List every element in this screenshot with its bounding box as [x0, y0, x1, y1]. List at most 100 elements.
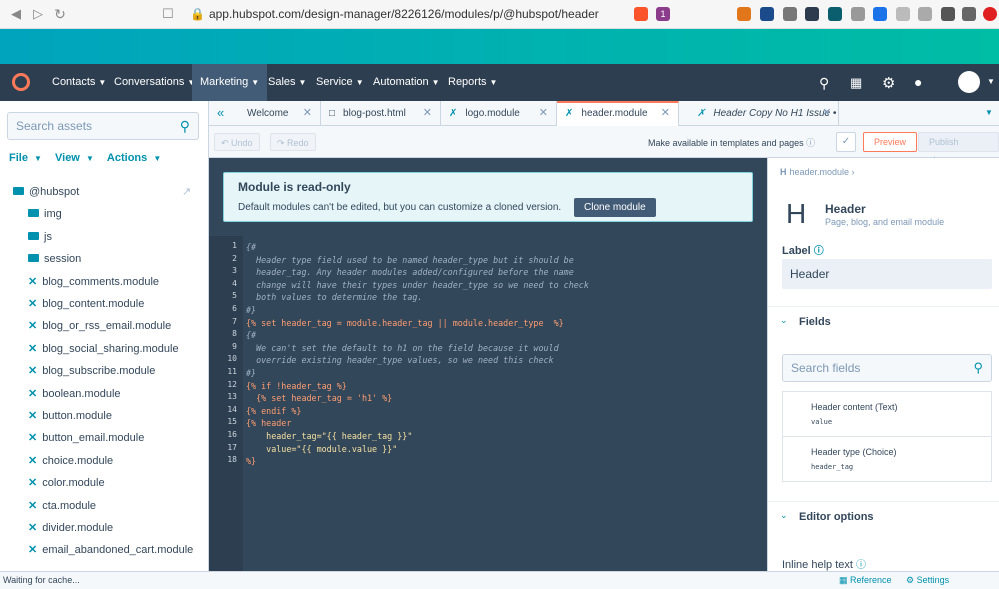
- label-input[interactable]: Header: [782, 259, 992, 289]
- tree-item-module[interactable]: ✕ blog_subscribe.module: [28, 360, 155, 382]
- module-icon: ✕: [28, 342, 38, 355]
- metamask-icon[interactable]: [737, 7, 751, 21]
- bookmark-icon[interactable]: ☐: [160, 6, 176, 22]
- tree-item-module[interactable]: ✕ button_email.module: [28, 427, 144, 449]
- module-panel: Hheader.module › H Header Page, blog, an…: [767, 158, 999, 571]
- status-text: Waiting for cache...: [3, 575, 80, 585]
- settings-link[interactable]: ⚙ Settings: [906, 575, 949, 586]
- preview-button[interactable]: Preview: [863, 132, 918, 152]
- search-fields-input[interactable]: Search fields ⚲: [782, 354, 992, 382]
- tree-item-module[interactable]: ✕ divider.module: [28, 517, 113, 539]
- tab-header-module[interactable]: ✗ header.module ✕: [557, 101, 679, 126]
- collapse-sidebar-icon[interactable]: «: [217, 105, 224, 120]
- forward-icon[interactable]: ▷: [30, 6, 46, 22]
- tree-item-module[interactable]: ✕ cta.module: [28, 495, 96, 517]
- tree-item-module[interactable]: ✕ blog_social_sharing.module: [28, 338, 179, 360]
- tab-header-copy[interactable]: ✗ Header Copy No H1 Issue • ✕: [689, 101, 839, 126]
- extension-icon[interactable]: [918, 7, 932, 21]
- module-icon: ✗: [565, 108, 574, 119]
- tab-welcome[interactable]: Welcome ✕: [239, 101, 321, 126]
- actions-menu[interactable]: Actions ▼: [107, 152, 161, 164]
- close-icon[interactable]: ✕: [423, 101, 432, 126]
- avatar[interactable]: [958, 71, 980, 93]
- brave-shield-icon[interactable]: [634, 7, 648, 21]
- extension-icon[interactable]: [851, 7, 865, 21]
- reference-link[interactable]: ▦ Reference: [839, 575, 892, 586]
- hubspot-logo-icon[interactable]: [12, 73, 30, 91]
- sidebar-actions: File ▼ View ▼ Actions ▼: [9, 152, 161, 164]
- tree-item-module[interactable]: ✕ email_abandoned_cart.module: [28, 539, 193, 561]
- publish-button[interactable]: Publish changes: [918, 132, 999, 165]
- tree-item-label: img: [44, 208, 62, 221]
- tabs-overflow-icon[interactable]: ▼: [985, 108, 993, 117]
- reload-icon[interactable]: ↻: [52, 6, 68, 22]
- search-assets-input[interactable]: Search assets ⚲: [7, 112, 199, 140]
- close-icon[interactable]: ✕: [539, 101, 548, 126]
- share-icon[interactable]: ↗: [182, 185, 191, 198]
- extension-icon[interactable]: [783, 7, 797, 21]
- extension-icon[interactable]: [828, 7, 842, 21]
- tab-logo-module[interactable]: ✗ logo.module ✕: [441, 101, 557, 126]
- module-icon: ✕: [28, 410, 38, 422]
- info-icon[interactable]: ⓘ: [806, 138, 815, 148]
- nav-marketing[interactable]: Marketing ▼: [192, 64, 268, 101]
- extension-icon[interactable]: [983, 7, 997, 21]
- bell-icon[interactable]: ●: [914, 74, 922, 90]
- tree-item-root[interactable]: @hubspot: [13, 181, 79, 203]
- extension-icon[interactable]: [873, 7, 887, 21]
- gear-icon[interactable]: ⚙: [882, 74, 895, 92]
- breadcrumb[interactable]: Hheader.module ›: [780, 167, 855, 177]
- tree-item-module[interactable]: ✕ blog_comments.module: [28, 271, 159, 293]
- code-line: #}: [246, 368, 257, 378]
- field-item[interactable]: Header type (Choice) header_tag: [782, 436, 992, 482]
- tree-item-label: blog_social_sharing.module: [42, 342, 179, 355]
- file-menu[interactable]: File ▼: [9, 152, 42, 164]
- fields-section-header[interactable]: ⌄ Fields: [768, 306, 999, 336]
- close-icon[interactable]: ✕: [303, 101, 312, 126]
- nav-automation[interactable]: Automation ▼: [373, 64, 440, 101]
- tree-item-module[interactable]: ✕ boolean.module: [28, 383, 121, 405]
- close-icon[interactable]: ✕: [821, 101, 830, 126]
- info-icon[interactable]: ⓘ: [856, 560, 866, 571]
- tree-item-folder[interactable]: js: [28, 226, 52, 248]
- nav-service[interactable]: Service ▼: [316, 64, 364, 101]
- tree-item-module[interactable]: ✕ choice.module: [28, 450, 113, 472]
- tab-blog-post[interactable]: □ blog-post.html ✕: [321, 101, 441, 126]
- extension-icon[interactable]: [760, 7, 774, 21]
- tree-item-folder[interactable]: session: [28, 248, 81, 270]
- chevron-down-icon[interactable]: ▼: [987, 77, 995, 86]
- field-item[interactable]: Header content (Text) value: [782, 391, 992, 437]
- nav-contacts[interactable]: Contacts ▼: [52, 64, 106, 101]
- tree-item-folder[interactable]: img: [28, 203, 62, 225]
- search-icon[interactable]: ⚲: [973, 355, 983, 381]
- nav-label: Sales: [268, 76, 296, 88]
- editor-options-header[interactable]: ⌄ Editor options: [768, 501, 999, 531]
- search-icon[interactable]: ⚲: [819, 75, 829, 92]
- puzzle-icon[interactable]: [941, 7, 955, 21]
- asset-sidebar: Search assets ⚲ File ▼ View ▼ Actions ▼ …: [0, 101, 209, 571]
- nav-reports[interactable]: Reports ▼: [448, 64, 497, 101]
- extension-icon[interactable]: [896, 7, 910, 21]
- playlist-icon[interactable]: [962, 7, 976, 21]
- info-icon[interactable]: ⓘ: [814, 246, 824, 257]
- redo-button[interactable]: ↷ Redo: [270, 133, 316, 151]
- back-icon[interactable]: ◀: [8, 6, 24, 22]
- tree-item-label: choice.module: [42, 454, 114, 467]
- tree-item-module[interactable]: ✕ blog_or_rss_email.module: [28, 315, 171, 337]
- code-editor[interactable]: Module is read-only Default modules can'…: [209, 158, 767, 571]
- view-menu[interactable]: View ▼: [55, 152, 94, 164]
- tree-item-module[interactable]: ✕ blog_content.module: [28, 293, 144, 315]
- undo-button[interactable]: ↶ Undo: [214, 133, 260, 151]
- close-icon[interactable]: ✕: [661, 103, 670, 124]
- extension-icon[interactable]: [805, 7, 819, 21]
- search-icon[interactable]: ⚲: [180, 113, 190, 139]
- clone-module-button[interactable]: Clone module: [574, 198, 656, 217]
- nav-sales[interactable]: Sales ▼: [268, 64, 306, 101]
- make-available-checkbox[interactable]: ✓: [836, 132, 856, 152]
- brave-rewards-icon[interactable]: 1: [656, 7, 670, 21]
- url-bar[interactable]: 🔒 app.hubspot.com/design-manager/8226126/…: [190, 5, 620, 24]
- marketplace-icon[interactable]: ▦: [850, 75, 862, 91]
- tree-item-module[interactable]: ✕ button.module: [28, 405, 112, 427]
- nav-conversations[interactable]: Conversations▼: [114, 64, 195, 101]
- tree-item-module[interactable]: ✕ color.module: [28, 472, 105, 494]
